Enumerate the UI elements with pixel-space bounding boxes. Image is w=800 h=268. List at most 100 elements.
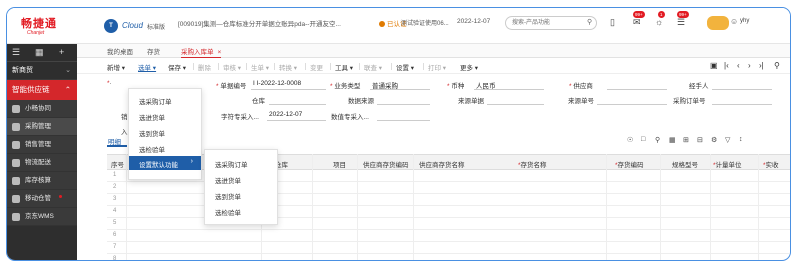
menu-item-po[interactable]: 选采购订单 xyxy=(139,96,172,106)
prev-page-icon[interactable]: ‹ xyxy=(737,61,740,70)
insert-row-icon[interactable]: ⊞ xyxy=(683,136,689,144)
warehouse-underline[interactable] xyxy=(269,104,326,105)
close-icon[interactable]: × xyxy=(218,49,222,56)
partial-label-a: *· xyxy=(107,80,112,87)
menu-item-set-default[interactable]: 设置默认功能 xyxy=(139,159,178,169)
tab-label: 采购入库单 xyxy=(181,49,214,56)
sidebar: ☰ ▦ + 新商贸 ⌄ 智能供应链 ⌃ 小畅协同 采购管理 销售管理 物流配送 库存… xyxy=(7,44,77,260)
po-no-label: 采购订单号 xyxy=(673,98,706,105)
user-icon[interactable]: ☺ xyxy=(730,17,738,26)
table-row[interactable]: 7 xyxy=(107,242,790,254)
row-number: 2 xyxy=(113,184,117,190)
select-button[interactable]: 选单 ▾ xyxy=(138,62,156,72)
biz-type-label-text: 业务类型 xyxy=(334,83,361,90)
search-icon[interactable]: ⚲ xyxy=(587,18,592,26)
tools-button[interactable]: 工具 ▾ xyxy=(335,62,353,72)
field1-value[interactable]: 2022-12-07 xyxy=(269,111,302,118)
field2-underline[interactable] xyxy=(377,120,430,121)
change-button[interactable]: 变更 xyxy=(310,62,323,72)
submenu-item-inspection[interactable]: 选检验单 xyxy=(215,207,241,217)
delete-row-icon[interactable]: ⊟ xyxy=(697,136,703,144)
submenu-item-po[interactable]: 选采购订单 xyxy=(215,159,248,169)
query-button[interactable]: 联查 ▾ xyxy=(364,62,382,72)
copy-icon[interactable]: □ xyxy=(641,136,645,143)
user-name[interactable]: yhy xyxy=(740,18,749,24)
print-button[interactable]: 打印 ▾ xyxy=(428,62,446,72)
settings-icon[interactable]: ⚙ xyxy=(711,136,717,144)
new-dot xyxy=(59,195,62,198)
col-received-text: 实收 xyxy=(765,162,779,169)
tcloud-logo-icon: T xyxy=(104,19,118,33)
col-received: *实收 xyxy=(763,162,779,169)
table-row[interactable]: 6 xyxy=(107,230,790,242)
location-icon[interactable]: ☉ xyxy=(627,136,633,144)
sidebar-item-sales[interactable]: 销售管理 xyxy=(7,136,77,154)
tab-desktop[interactable]: 我的桌面 xyxy=(107,46,133,56)
mascot-avatar[interactable] xyxy=(707,16,729,30)
menu-item-inspection[interactable]: 选检验单 xyxy=(139,144,165,154)
tab-inventory[interactable]: 存货 xyxy=(147,46,160,56)
sidebar-item-label: 采购管理 xyxy=(25,123,51,130)
zoom-icon[interactable]: ⚲ xyxy=(655,136,660,144)
mobile-icon[interactable]: ▯ xyxy=(610,17,615,28)
new-button[interactable]: 新增 ▾ xyxy=(107,62,125,72)
submenu-item-receipt[interactable]: 选进货单 xyxy=(215,175,241,185)
chevron-down-icon: ⌄ xyxy=(65,67,71,74)
settings-button[interactable]: 设置 ▾ xyxy=(396,62,414,72)
search-input[interactable] xyxy=(505,16,597,30)
sidebar-item-collab[interactable]: 小畅协同 xyxy=(7,100,77,118)
todo-icon[interactable]: ☰ xyxy=(677,17,685,28)
submenu-item-arrival[interactable]: 选到货单 xyxy=(215,191,241,201)
menu-icon[interactable]: ☰ xyxy=(12,47,20,58)
sidebar-new-items[interactable]: 新商贸 ⌄ xyxy=(7,62,77,80)
source-no-label: 来源单号 xyxy=(568,98,594,105)
logistics-icon xyxy=(12,159,20,167)
generate-button[interactable]: 生单 ▾ xyxy=(251,62,269,72)
next-page-icon[interactable]: › xyxy=(748,61,751,70)
menu-item-receipt[interactable]: 选进货单 xyxy=(139,112,165,122)
col-unit-text: 计量单位 xyxy=(715,162,742,169)
settings-button-label: 设置 xyxy=(396,65,409,72)
more-button[interactable]: 更多 ▾ xyxy=(460,62,478,72)
product-name: Cloud xyxy=(122,21,143,30)
scan-icon[interactable]: ▣ xyxy=(710,61,718,70)
delete-button[interactable]: 删除 xyxy=(198,62,211,72)
brand-logo: 畅捷通 xyxy=(21,18,57,30)
row-number: 8 xyxy=(113,256,117,261)
add-icon[interactable]: + xyxy=(59,47,64,57)
message-icon[interactable]: ✉ xyxy=(633,17,641,28)
col-item-name: *存货名称 xyxy=(518,162,547,169)
audit-button[interactable]: 审核 ▾ xyxy=(223,62,241,72)
table-row[interactable]: 8 xyxy=(107,254,790,261)
sidebar-item-inventory[interactable]: 库存核算 xyxy=(7,172,77,190)
last-page-icon[interactable]: ›| xyxy=(759,61,764,70)
supplier-underline[interactable] xyxy=(607,89,667,90)
source-label: 数据来源 xyxy=(348,98,374,105)
account-name[interactable]: [009019]集测—仓库标准分开单据立账异pda--开通友空... xyxy=(178,18,341,28)
doc-no-field[interactable]: I I-2022-12-0008 xyxy=(253,80,301,87)
save-button[interactable]: 保存 ▾ xyxy=(168,62,186,72)
doc-no-underline xyxy=(251,89,326,90)
filter-icon[interactable]: ▽ xyxy=(725,136,730,144)
sidebar-item-jd-wms[interactable]: 京东WMS xyxy=(7,208,77,226)
header-date: 2022-12-07 xyxy=(457,18,491,25)
handler-underline[interactable] xyxy=(712,89,772,90)
row-number: 3 xyxy=(113,196,117,202)
sidebar-item-logistics[interactable]: 物流配送 xyxy=(7,154,77,172)
sidebar-item-mobile-wh[interactable]: 移动仓管 xyxy=(7,190,77,208)
first-page-icon[interactable]: |‹ xyxy=(724,61,729,70)
sidebar-item-purchase[interactable]: 采购管理 xyxy=(7,118,77,136)
inventory-icon xyxy=(12,177,20,185)
menu-item-arrival[interactable]: 选到货单 xyxy=(139,128,165,138)
divider xyxy=(305,63,306,70)
notice-icon[interactable]: ☼ xyxy=(655,17,663,27)
grid-icon[interactable]: ▦ xyxy=(35,47,44,58)
expand-icon[interactable]: ↕ xyxy=(739,136,743,143)
tab-purchase-receipt[interactable]: 采购入库单 × xyxy=(181,46,222,58)
column-icon[interactable]: ▦ xyxy=(669,136,676,144)
sidebar-group-supply[interactable]: 智能供应链 ⌃ xyxy=(7,80,77,100)
convert-button[interactable]: 转换 ▾ xyxy=(279,62,297,72)
select-button-label: 选单 xyxy=(138,65,151,72)
partial-label-c: 入 xyxy=(121,129,128,136)
search-record-icon[interactable]: ⚲ xyxy=(774,61,780,70)
